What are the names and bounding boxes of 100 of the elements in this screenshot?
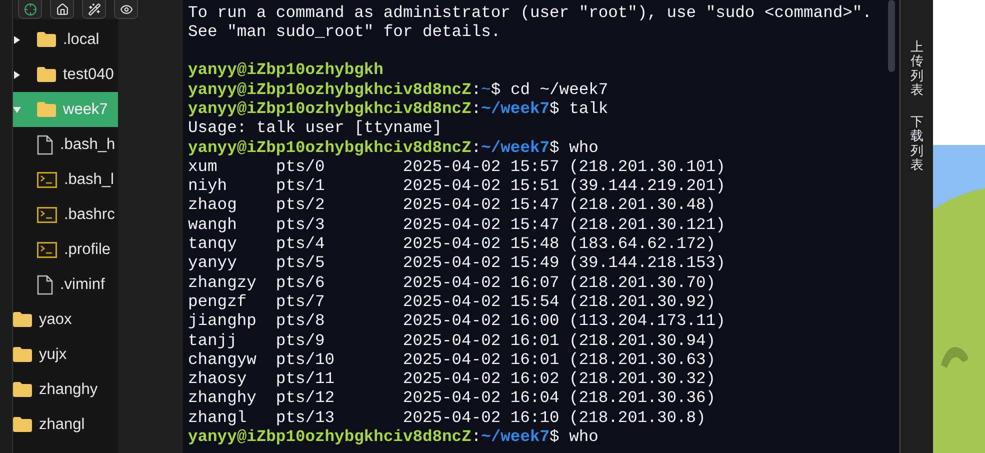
- prompt-user-host: yanyy@iZbp10ozhybgkhciv8d8ncZ: [188, 427, 472, 446]
- who-host: (39.144.218.153): [569, 253, 726, 273]
- toolbar-button[interactable]: [114, 0, 138, 19]
- who-host: (218.201.30.94): [569, 330, 716, 350]
- who-time: 2025-04-02 15:47: [402, 195, 560, 215]
- terminal-output: See "man sudo_root" for details.: [188, 22, 502, 42]
- terminal-file-icon: [37, 242, 57, 258]
- prompt-user-host: yanyy@iZbp10ozhybgkhciv8d8ncZ: [188, 138, 472, 157]
- who-tty: pts/8: [276, 311, 326, 331]
- who-user: jianghp: [188, 311, 258, 331]
- prompt-path: ~/week7: [481, 138, 550, 157]
- who-host: (218.201.30.48): [569, 195, 716, 215]
- prompt-path: ~/week7: [481, 427, 550, 446]
- who-user: changyw: [188, 350, 258, 370]
- folder-icon: [37, 102, 56, 117]
- who-user: yanyy: [188, 253, 238, 273]
- who-host: (183.64.62.172): [569, 234, 716, 254]
- tree-item[interactable]: zhangl: [13, 407, 118, 442]
- home-icon: [56, 2, 68, 16]
- who-host: (113.204.173.11): [569, 311, 726, 331]
- who-tty: pts/12: [276, 388, 336, 408]
- tree-item[interactable]: yujx: [13, 337, 118, 372]
- who-host: (218.201.30.36): [569, 388, 716, 408]
- prompt-separator: :: [471, 427, 482, 446]
- who-tty: pts/10: [276, 350, 336, 370]
- who-user: xum: [188, 156, 218, 176]
- who-user: zhaosy: [188, 369, 248, 388]
- command-text: $ talk: [550, 98, 608, 118]
- folder-icon: [13, 417, 32, 432]
- terminal-file-icon: [37, 172, 57, 188]
- who-host: (218.201.30.63): [569, 350, 716, 370]
- folder-icon: [13, 347, 32, 362]
- tree-item[interactable]: yaox: [13, 302, 118, 337]
- tree-item[interactable]: zhanghy: [13, 372, 118, 407]
- prompt-separator: :: [471, 80, 482, 99]
- eye-icon: [120, 2, 132, 16]
- file-icon: [37, 274, 53, 294]
- who-time: 2025-04-02 15:57: [402, 156, 560, 176]
- prompt-user-host: yanyy@iZbp10ozhybgkh: [188, 60, 384, 80]
- folder-icon: [13, 382, 32, 397]
- who-host: (218.201.30.70): [569, 272, 716, 292]
- who-user: zhangzy: [188, 272, 258, 292]
- tree-item[interactable]: .bashrc: [13, 197, 118, 232]
- prompt-path: ~/week7: [481, 98, 550, 118]
- toolbar-button[interactable]: [82, 0, 106, 19]
- who-tty: pts/3: [276, 214, 326, 234]
- terminal-output: Usage: talk user [ttyname]: [188, 118, 444, 138]
- who-user: wangh: [188, 214, 238, 234]
- who-time: 2025-04-02 15:48: [402, 234, 560, 254]
- who-host: (218.201.30.101): [569, 156, 726, 176]
- tree-item[interactable]: .bash_h: [13, 127, 118, 162]
- who-user: tanjj: [188, 330, 238, 350]
- prompt-separator: :: [471, 138, 482, 157]
- command-text: $ cd ~/week7: [490, 80, 608, 99]
- tree-item[interactable]: .bash_l: [13, 162, 118, 197]
- who-tty: pts/13: [276, 408, 336, 428]
- who-time: 2025-04-02 16:07: [402, 272, 560, 292]
- who-user: tanqy: [188, 234, 238, 254]
- folder-icon: [37, 67, 56, 82]
- side-tab[interactable]: 上传列表: [910, 40, 924, 98]
- who-time: 2025-04-02 16:04: [402, 388, 560, 408]
- collapsed-arrow-icon[interactable]: [13, 36, 21, 44]
- prompt-user-host: yanyy@iZbp10ozhybgkhciv8d8ncZ: [188, 80, 472, 99]
- prompt-separator: :: [471, 98, 482, 118]
- who-time: 2025-04-02 16:10: [402, 408, 560, 428]
- command-text: $ who: [550, 138, 598, 157]
- prompt-path: ~: [481, 80, 491, 99]
- terminal-file-icon: [37, 206, 57, 222]
- folder-icon: [37, 32, 56, 47]
- tree-item[interactable]: .viminf: [13, 267, 118, 302]
- who-time: 2025-04-02 16:02: [402, 369, 560, 388]
- scrollbar-thumb[interactable]: [888, 0, 894, 72]
- prompt-user-host: yanyy@iZbp10ozhybgkhciv8d8ncZ: [188, 98, 472, 118]
- who-tty: pts/9: [276, 330, 326, 350]
- who-host: (39.144.219.201): [569, 176, 726, 196]
- toolbar-button[interactable]: [50, 0, 74, 19]
- who-host: (218.201.30.121): [569, 214, 726, 234]
- who-host: (218.201.30.32): [569, 369, 716, 388]
- tree-item[interactable]: .profile: [13, 232, 118, 267]
- who-user: zhanghy: [188, 388, 258, 408]
- who-time: 2025-04-02 16:01: [402, 350, 560, 370]
- who-time: 2025-04-02 16:01: [402, 330, 560, 350]
- terminal-output: To run a command as administrator (user "root"), use "sudo <command>".: [188, 2, 873, 22]
- toolbar-button[interactable]: [18, 0, 42, 19]
- who-host: (218.201.30.92): [569, 292, 716, 312]
- who-tty: pts/11: [276, 369, 336, 388]
- tree-item[interactable]: test040: [13, 57, 118, 92]
- who-time: 2025-04-02 15:54: [402, 292, 560, 312]
- target-icon: [24, 2, 36, 16]
- collapsed-arrow-icon[interactable]: [13, 70, 21, 78]
- who-tty: pts/1: [276, 176, 326, 196]
- wand-icon: [88, 2, 100, 16]
- side-tab[interactable]: 下载列表: [910, 115, 924, 172]
- who-tty: pts/7: [276, 292, 326, 312]
- who-tty: pts/2: [276, 195, 326, 215]
- who-time: 2025-04-02 15:47: [402, 214, 560, 234]
- who-tty: pts/0: [276, 156, 326, 176]
- who-user: pengzf: [188, 292, 248, 312]
- tree-item[interactable]: .local: [13, 22, 118, 57]
- who-time: 2025-04-02 16:00: [402, 311, 560, 331]
